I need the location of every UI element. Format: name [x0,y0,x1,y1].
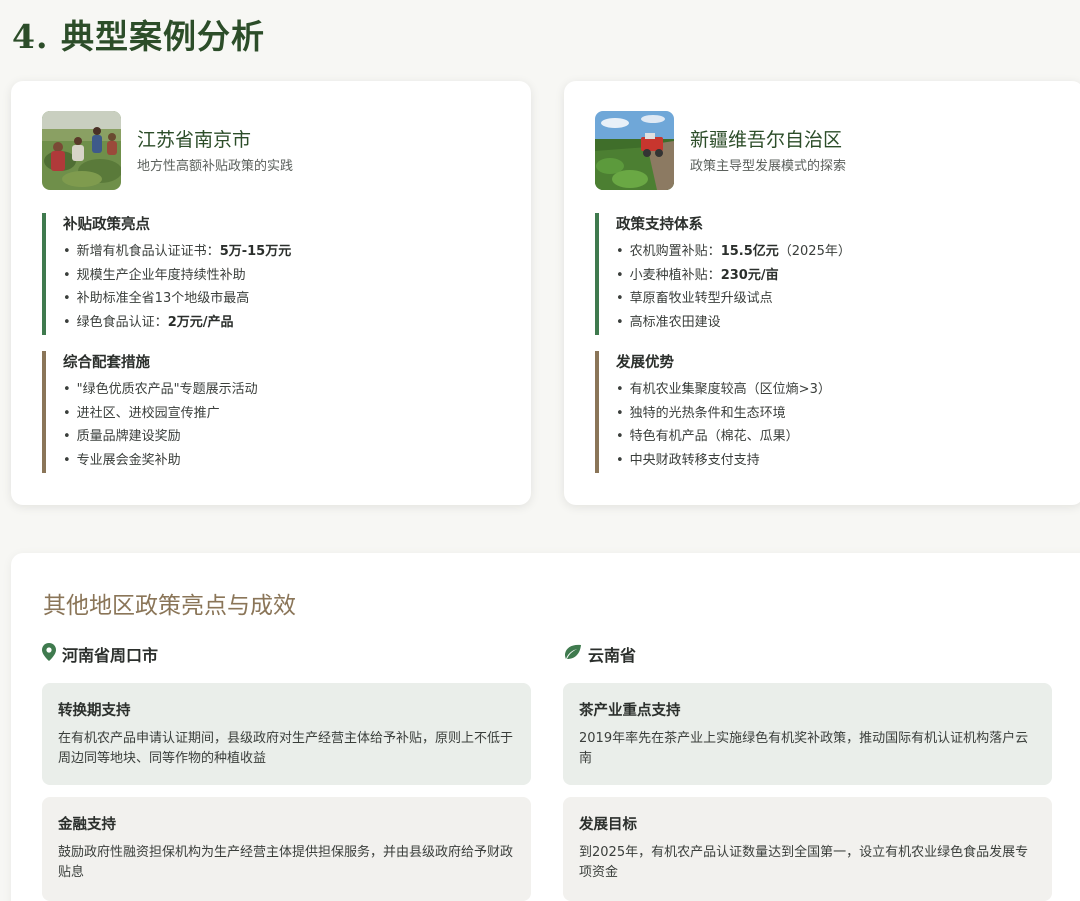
panel-transition-support: 转换期支持 在有机农产品申请认证期间，县级政府对生产经营主体给予补贴，原则上不低… [42,683,531,785]
list-item: • 有机农业集聚度较高（区位熵>3） [616,382,831,397]
advantages-block: 发展优势 • 有机农业集聚度较高（区位熵>3） • 独特的光热条件和生态环境 • 特色… [595,351,831,473]
section-title: 其他地区政策亮点与成效 [43,593,296,619]
case-header: 新疆维吾尔自治区 政策主导型发展模式的探索 [595,111,846,190]
support-measures-block: 综合配套措施 • "绿色优质农产品"专题展示活动 • 进社区、进校园宣传推广 • 质量… [42,351,258,473]
panel-text: 鼓励政府性融资担保机构为生产经营主体提供担保服务，并由县级政府给予财政贴息 [58,845,514,880]
case-title: 新疆维吾尔自治区 [690,128,843,151]
case-subtitle: 地方性高额补贴政策的实践 [137,158,294,174]
region-name: 河南省周口市 [62,646,159,665]
other-regions-section: 其他地区政策亮点与成效 河南省周口市 云南省 转换期支持 在有机农产品申请认证期… [11,553,1080,901]
list-item: • 独特的光热条件和生态环境 [616,405,786,421]
leaf-icon [563,644,582,664]
list-item: • 高标准农田建设 [616,315,721,331]
list-item: • 中央财政转移支付支持 [616,453,760,469]
list-item: • 新增有机食品认证证书：5万-15万元 [63,244,292,259]
case-photo-harvester-field [595,111,674,190]
panel-text: 在有机农产品申请认证期间，县级政府对生产经营主体给予补贴，原则上不低于周边同等地… [58,731,514,766]
case-title: 江苏省南京市 [137,128,252,151]
case-photo-farm-workers [42,111,121,190]
list-item: • 规模生产企业年度持续性补助 [63,267,246,283]
list-item: • 小麦种植补贴：230元/亩 [616,267,779,283]
policy-support-block: 政策支持体系 • 农机购置补贴：15.5亿元（2025年） • 小麦种植补贴：230… [595,213,851,335]
block-title: 发展优势 [616,355,674,371]
panel-text: 到2025年，有机农产品认证数量达到全国第一，设立有机农业绿色食品发展专项资金 [579,845,1029,880]
map-pin-icon [42,643,56,665]
list-item: • 质量品牌建设奖励 [63,429,181,445]
panel-text: 2019年率先在茶产业上实施绿色有机奖补政策，推动国际有机认证机构落户云南 [579,731,1029,766]
panel-title: 发展目标 [579,817,637,833]
list-item: • 特色有机产品（棉花、瓜果） [616,429,799,445]
region-header-zhoukou: 河南省周口市 [42,642,158,666]
list-item: • 进社区、进校园宣传推广 [63,405,220,421]
case-card-xinjiang: 新疆维吾尔自治区 政策主导型发展模式的探索 政策支持体系 • 农机购置补贴：15.… [564,81,1080,505]
panel-tea-industry: 茶产业重点支持 2019年率先在茶产业上实施绿色有机奖补政策，推动国际有机认证机… [563,683,1052,785]
block-title: 补贴政策亮点 [63,217,150,233]
block-title: 政策支持体系 [616,217,703,233]
panel-title: 转换期支持 [58,703,131,719]
region-name: 云南省 [588,646,637,665]
case-card-nanjing: 江苏省南京市 地方性高额补贴政策的实践 补贴政策亮点 • 新增有机食品认证证书：5… [11,81,531,505]
list-item: • 农机购置补贴：15.5亿元（2025年） [616,244,851,259]
panel-development-goal: 发展目标 到2025年，有机农产品认证数量达到全国第一，设立有机农业绿色食品发展… [563,797,1052,901]
case-subtitle: 政策主导型发展模式的探索 [690,158,847,174]
panel-title: 金融支持 [58,817,116,833]
region-header-yunnan: 云南省 [563,642,636,666]
list-item: • 专业展会金奖补助 [63,453,181,469]
block-title: 综合配套措施 [63,355,150,371]
list-item: • "绿色优质农产品"专题展示活动 [63,382,258,397]
panel-title: 茶产业重点支持 [579,703,681,719]
case-header: 江苏省南京市 地方性高额补贴政策的实践 [42,111,293,190]
policy-highlights-block: 补贴政策亮点 • 新增有机食品认证证书：5万-15万元 • 规模生产企业年度持续性补… [42,213,291,335]
page-title: 4. 典型案例分析 [12,17,265,56]
panel-financial-support: 金融支持 鼓励政府性融资担保机构为生产经营主体提供担保服务，并由县级政府给予财政… [42,797,531,901]
list-item: • 绿色食品认证：2万元/产品 [63,315,234,331]
list-item: • 补助标准全省13个地级市最高 [63,291,250,307]
list-item: • 草原畜牧业转型升级试点 [616,291,773,307]
